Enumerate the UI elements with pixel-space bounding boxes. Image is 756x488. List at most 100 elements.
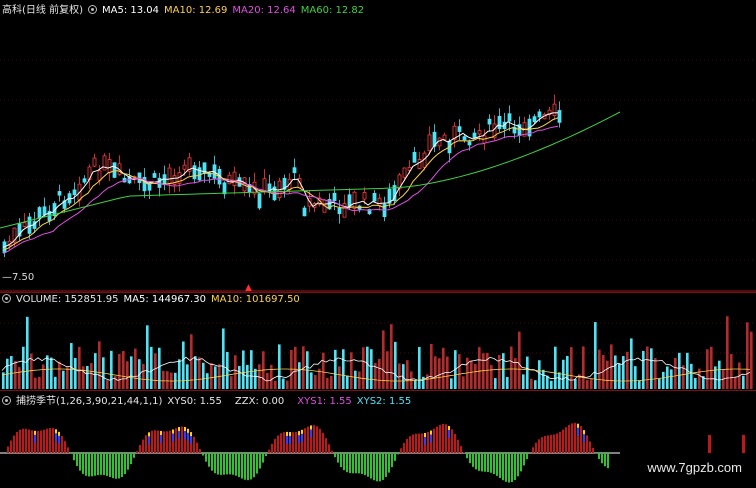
indicator-bar-down — [121, 453, 123, 477]
indicator-bar-up — [331, 451, 333, 453]
candle-body — [223, 183, 226, 194]
signal-mark-blue — [301, 434, 303, 442]
indicator-bar-down — [367, 453, 369, 477]
indicator-bar-up — [313, 425, 315, 453]
indicator-bar-up — [307, 427, 309, 453]
volume-bar — [586, 380, 589, 389]
indicator-bar-up — [52, 428, 54, 453]
signal-mark-blue — [184, 431, 186, 439]
signal-mark-yellow — [58, 432, 60, 436]
indicator-bar-down — [385, 453, 387, 477]
indicator-bar-up — [409, 436, 411, 453]
signal-mark-blue — [187, 433, 189, 441]
signal-mark-blue — [34, 435, 36, 443]
indicator-bar-down — [505, 453, 507, 482]
indicator-bar-up — [136, 451, 138, 453]
volume-bar — [590, 378, 593, 389]
indicator-bar-down — [340, 453, 342, 467]
candle-body — [338, 208, 341, 213]
candle-body — [168, 168, 171, 184]
volume-bar — [346, 376, 349, 389]
volume-bar — [162, 371, 165, 389]
indicator-bar-up — [277, 435, 279, 453]
volume-bar — [414, 380, 417, 389]
volume-chart-panel[interactable]: VOLUME: 152851.95MA5: 144967.30MA10: 101… — [0, 292, 756, 391]
signal-mark-yellow — [178, 427, 180, 431]
volume-bar — [542, 370, 545, 389]
indicator-bar-up — [64, 441, 66, 453]
volume-bar — [510, 347, 513, 389]
volume-bar — [286, 381, 289, 389]
indicator-bar-up — [553, 434, 555, 453]
signal-mark-yellow — [55, 429, 57, 433]
candle-body — [478, 131, 481, 134]
indicator-bar-down — [496, 453, 498, 476]
volume-bar — [518, 332, 521, 389]
volume-bar — [330, 376, 333, 389]
ma5-value: MA5: 13.04 — [102, 5, 159, 16]
volume-bar — [434, 356, 437, 389]
indicator-bar-down — [358, 453, 360, 473]
indicator-settings-icon[interactable] — [2, 396, 11, 405]
price-chart-panel[interactable]: 高科(日线 前复权)MA5: 13.04MA10: 12.69MA20: 12.… — [0, 0, 756, 292]
candle-body — [463, 137, 466, 140]
indicator-bar-down — [133, 453, 135, 458]
volume-bar — [430, 344, 433, 389]
indicator-chart-panel[interactable]: 捕捞季节(1,26,3,90,21,44,1,1)XYS0: 1.55ZZX: … — [0, 390, 756, 488]
indicator-bar-down — [595, 453, 597, 454]
indicator-bar-up — [25, 429, 27, 453]
indicator-bar-down — [247, 453, 249, 480]
candle-body — [113, 163, 116, 178]
signal-mark-blue — [310, 429, 312, 437]
indicator-bar-down — [70, 453, 72, 454]
volume-bar — [490, 365, 493, 389]
indicator-bar-up — [589, 441, 591, 453]
signal-mark-blue — [577, 428, 579, 436]
volume-settings-icon[interactable] — [2, 294, 11, 303]
volume-bar — [390, 324, 393, 389]
volume-bar — [214, 366, 217, 389]
watermark: www.7gpzb.com — [647, 460, 742, 475]
indicator-bar-down — [91, 453, 93, 476]
volume-bar — [98, 341, 101, 389]
indicator-bar-down — [259, 453, 261, 469]
indicator-bar-down — [244, 453, 246, 480]
volume-bar — [730, 354, 733, 389]
indicator-bar-up — [271, 444, 273, 453]
settings-gear-icon[interactable] — [88, 5, 97, 14]
volume-bar — [710, 347, 713, 389]
indicator-bar-up — [538, 439, 540, 453]
indicator-bar-down — [397, 453, 399, 454]
indicator-bar-up — [166, 431, 168, 453]
candle-body — [538, 112, 541, 117]
indicator-bar-up — [193, 437, 195, 453]
indicator-bar-down — [262, 453, 264, 463]
volume-bar — [14, 361, 17, 389]
indicator-bar-up — [280, 433, 282, 453]
volume-bar — [678, 353, 681, 389]
indicator-bar-up — [550, 435, 552, 453]
indicator-legend: 捕捞季节(1,26,3,90,21,44,1,1)XYS0: 1.55ZZX: … — [2, 392, 416, 407]
indicator-bar-up — [142, 440, 144, 453]
candle-body — [183, 165, 186, 169]
indicator-bar-down — [487, 453, 489, 472]
volume-bar — [94, 353, 97, 389]
volume-bar — [442, 348, 445, 389]
indicator-bar-down — [517, 453, 519, 476]
indicator-bar-up — [454, 434, 456, 453]
indicator-bar-down — [523, 453, 525, 465]
indicator-bar-up — [421, 433, 423, 453]
xys0-value: XYS0: 1.55 — [167, 396, 221, 407]
indicator-bar-down — [124, 453, 126, 474]
signal-mark-yellow — [187, 429, 189, 433]
volume-bar — [718, 361, 721, 389]
volume-bar — [230, 376, 233, 389]
signal-mark-blue — [448, 430, 450, 438]
candle-body — [363, 192, 366, 199]
volume-bar — [670, 369, 673, 389]
signal-mark-yellow — [160, 431, 162, 435]
volume-bar — [654, 358, 657, 389]
signal-mark-blue — [148, 436, 150, 444]
low-marker-icon: ▲ — [245, 283, 252, 293]
indicator-bar-up — [574, 423, 576, 453]
